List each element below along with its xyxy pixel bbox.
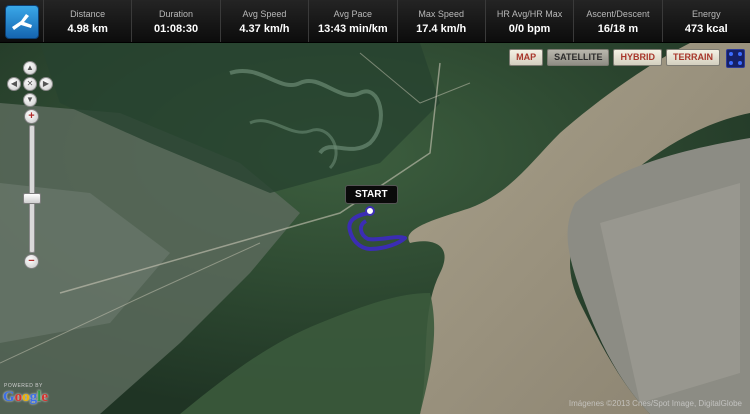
stat-label: Ascent/Descent [586, 9, 650, 19]
google-logo[interactable]: Google [3, 389, 48, 406]
map-type-terrain-button[interactable]: TERRAIN [666, 49, 720, 66]
google-logo-letter: o [22, 389, 30, 405]
app-logo[interactable] [0, 0, 43, 43]
map-type-map-button[interactable]: MAP [509, 49, 544, 66]
stat-value: 4.37 km/h [239, 23, 290, 35]
stat-label: HR Avg/HR Max [496, 9, 563, 19]
runner-icon [4, 4, 39, 39]
stat-value: 473 kcal [684, 23, 728, 35]
stat-ascent-descent: Ascent/Descent 16/18 m [573, 0, 661, 42]
zoom-in-button[interactable]: + [24, 109, 39, 124]
stat-avg-speed: Avg Speed 4.37 km/h [219, 0, 308, 42]
stat-value: 16/18 m [597, 23, 639, 35]
pan-up-button[interactable]: ▲ [23, 61, 37, 75]
satellite-imagery [0, 43, 750, 414]
pan-control: ▲ ◀ ✕ ▶ ▼ [7, 61, 53, 107]
stat-label: Duration [159, 9, 194, 19]
stat-duration: Duration 01:08:30 [131, 0, 219, 42]
start-marker-icon[interactable] [365, 206, 375, 216]
start-marker-label[interactable]: START [345, 185, 398, 204]
zoom-out-button[interactable]: − [24, 254, 39, 269]
map-type-satellite-button[interactable]: SATELLITE [547, 49, 610, 66]
google-logo-letter: G [3, 389, 15, 405]
stat-value: 0/0 bpm [508, 23, 551, 35]
stat-value: 17.4 km/h [416, 23, 467, 35]
stat-avg-pace: Avg Pace 13:43 min/km [308, 0, 396, 42]
stat-value: 01:08:30 [154, 23, 199, 35]
stat-max-speed: Max Speed 17.4 km/h [396, 0, 485, 42]
fullscreen-button[interactable] [726, 49, 745, 68]
zoom-slider-track[interactable] [29, 125, 35, 253]
pan-reset-button[interactable]: ✕ [23, 77, 37, 91]
fullscreen-icon [729, 52, 742, 65]
stats-bar: Distance 4.98 km Duration 01:08:30 Avg S… [0, 0, 750, 43]
map-copyright: Imágenes ©2013 Cnes/Spot Image, DigitalG… [568, 399, 742, 408]
google-logo-letter: e [41, 389, 49, 405]
map-type-selector: MAP SATELLITE HYBRID TERRAIN [509, 49, 720, 66]
pan-right-button[interactable]: ▶ [39, 77, 53, 91]
stat-label: Avg Pace [333, 9, 372, 19]
map-type-hybrid-button[interactable]: HYBRID [613, 49, 662, 66]
stat-energy: Energy 473 kcal [661, 0, 750, 42]
stat-value: 4.98 km [67, 23, 108, 35]
stat-label: Avg Speed [242, 9, 287, 19]
stat-distance: Distance 4.98 km [43, 0, 131, 42]
pan-left-button[interactable]: ◀ [7, 77, 21, 91]
zoom-control: + − [22, 109, 42, 269]
app-window: Distance 4.98 km Duration 01:08:30 Avg S… [0, 0, 750, 414]
pan-down-button[interactable]: ▼ [23, 93, 37, 107]
zoom-slider-thumb[interactable] [23, 192, 41, 204]
stat-heart-rate: HR Avg/HR Max 0/0 bpm [484, 0, 573, 42]
stat-label: Energy [692, 9, 721, 19]
map-view[interactable]: ▲ ◀ ✕ ▶ ▼ + − MAP SATELLITE HYBRID TERRA… [0, 43, 750, 414]
stat-label: Distance [70, 9, 106, 19]
stat-value: 13:43 min/km [317, 23, 388, 35]
stat-label: Max Speed [418, 9, 464, 19]
